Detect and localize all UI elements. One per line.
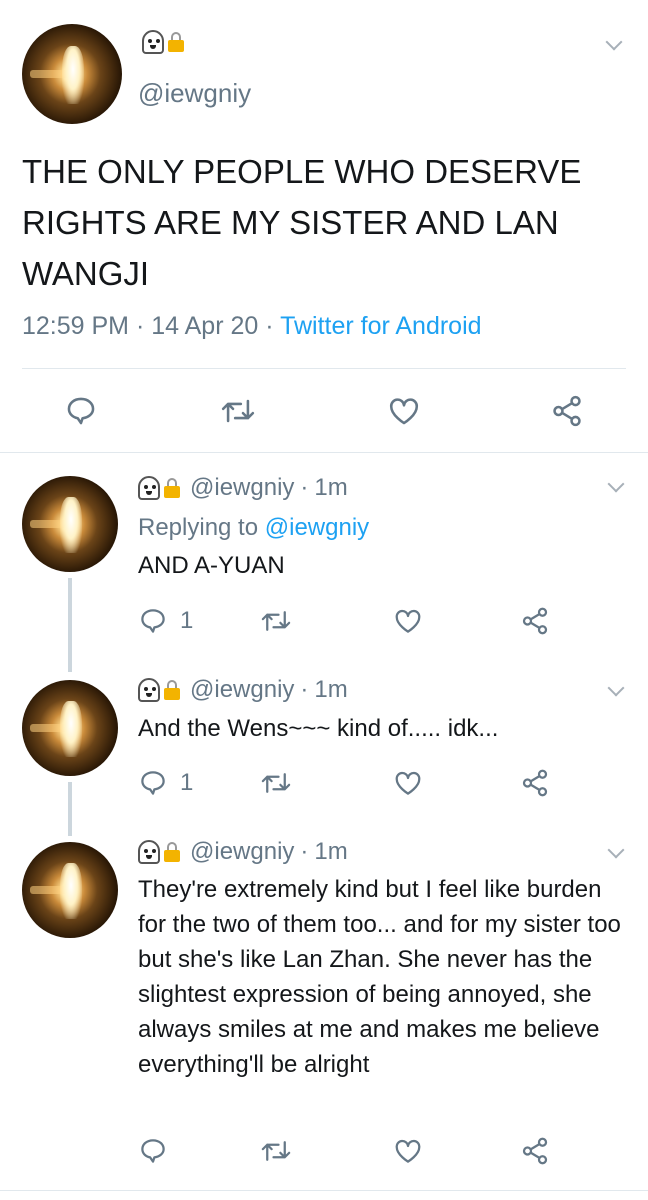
divider <box>22 368 626 369</box>
like-button[interactable] <box>392 768 424 798</box>
share-icon <box>522 607 548 635</box>
ghost-emoji-icon <box>138 476 160 500</box>
share-button[interactable] <box>520 1136 550 1166</box>
reply-header: @iewgniy · 1m <box>138 838 348 866</box>
reply-count: 1 <box>180 769 194 796</box>
reply-button[interactable] <box>138 1136 168 1166</box>
meta-separator: · <box>300 838 309 865</box>
like-button[interactable] <box>392 1136 424 1166</box>
retweet-icon <box>221 399 255 423</box>
meta-separator: · <box>265 312 274 340</box>
reply-icon <box>67 397 95 425</box>
lock-emoji-icon <box>164 478 180 498</box>
share-icon <box>553 395 581 427</box>
share-button[interactable] <box>520 768 550 798</box>
meta-separator: · <box>300 676 309 703</box>
reply-text: AND A-YUAN <box>138 552 285 579</box>
display-name-emojis <box>138 476 180 500</box>
tweet-date[interactable]: 14 Apr 20 <box>151 312 258 340</box>
replying-to: Replying to @iewgniy <box>138 510 633 545</box>
ghost-emoji-icon <box>138 678 160 702</box>
divider <box>0 1190 648 1191</box>
reply-header: @iewgniy · 1m <box>138 474 348 502</box>
retweet-button[interactable] <box>218 394 258 428</box>
reply-text: And the Wens~~~ kind of..... idk... <box>138 715 499 742</box>
reply-icon <box>141 1139 165 1163</box>
retweet-icon <box>261 611 291 631</box>
reply-icon <box>141 609 165 633</box>
reply-button[interactable]: 1 <box>138 606 193 636</box>
share-icon <box>522 1137 548 1165</box>
chevron-down-icon[interactable] <box>607 475 625 493</box>
retweet-icon <box>261 1141 291 1161</box>
replying-to-handle[interactable]: @iewgniy <box>265 514 369 541</box>
lock-emoji-icon <box>164 842 180 862</box>
display-name-emojis <box>138 840 180 864</box>
meta-separator: · <box>135 312 145 340</box>
meta-separator: · <box>300 474 309 501</box>
replying-to-label: Replying to <box>138 514 259 541</box>
reply-count: 1 <box>180 607 194 634</box>
lock-emoji-icon <box>164 680 180 700</box>
chevron-down-icon[interactable] <box>605 33 623 51</box>
reply-time[interactable]: 1m <box>314 676 347 704</box>
reply-text: They're extremely kind but I feel like b… <box>138 876 621 1078</box>
username-handle[interactable]: @iewgniy <box>190 474 294 502</box>
like-icon <box>395 771 421 795</box>
ghost-emoji-icon <box>142 30 164 54</box>
like-button[interactable] <box>386 394 422 428</box>
reply-button[interactable] <box>64 394 98 428</box>
display-name-emojis <box>142 30 184 54</box>
chevron-down-icon[interactable] <box>607 841 625 859</box>
username-handle[interactable]: @iewgniy <box>190 838 294 866</box>
tweet-meta: 12:59 PM · 14 Apr 20 · Twitter for Andro… <box>22 312 482 341</box>
like-icon <box>389 398 419 425</box>
retweet-button[interactable] <box>258 1136 294 1166</box>
avatar-figure <box>60 863 82 919</box>
reply-time[interactable]: 1m <box>314 474 347 502</box>
divider <box>0 452 648 453</box>
reply-icon <box>141 771 165 795</box>
share-icon <box>522 769 548 797</box>
thread-line <box>68 578 72 672</box>
like-icon <box>395 1139 421 1163</box>
like-icon <box>395 609 421 633</box>
lock-emoji-icon <box>168 32 184 52</box>
tweet-text: THE ONLY PEOPLE WHO DESERVE RIGHTS ARE M… <box>22 153 582 292</box>
avatar-figure <box>60 497 82 553</box>
ghost-emoji-icon <box>138 840 160 864</box>
thread-line <box>68 782 72 836</box>
reply-button[interactable]: 1 <box>138 768 193 798</box>
tweet-source-link[interactable]: Twitter for Android <box>280 312 481 340</box>
share-button[interactable] <box>550 394 584 428</box>
like-button[interactable] <box>392 606 424 636</box>
retweet-button[interactable] <box>258 768 294 798</box>
username-handle[interactable]: @iewgniy <box>138 78 251 109</box>
avatar-figure <box>62 46 84 104</box>
share-button[interactable] <box>520 606 550 636</box>
retweet-button[interactable] <box>258 606 294 636</box>
retweet-icon <box>261 773 291 793</box>
reply-time[interactable]: 1m <box>314 838 347 866</box>
reply-header: @iewgniy · 1m <box>138 676 348 704</box>
avatar-figure <box>60 701 82 757</box>
chevron-down-icon[interactable] <box>607 679 625 697</box>
avatar[interactable] <box>22 842 118 938</box>
avatar[interactable] <box>22 476 118 572</box>
display-name-emojis <box>138 678 180 702</box>
avatar[interactable] <box>22 24 122 124</box>
username-handle[interactable]: @iewgniy <box>190 676 294 704</box>
avatar[interactable] <box>22 680 118 776</box>
tweet-time[interactable]: 12:59 PM <box>22 312 129 340</box>
